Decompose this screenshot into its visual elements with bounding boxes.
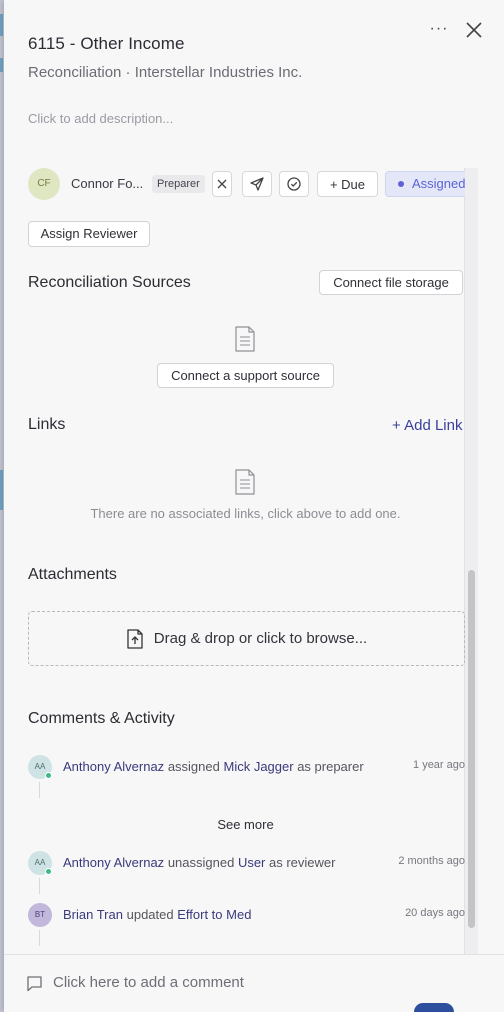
status-badge[interactable]: Assigned — [385, 171, 465, 197]
assignee-name: Connor Fo... — [71, 176, 144, 191]
scrollbar[interactable] — [464, 168, 478, 954]
see-more-button[interactable]: See more — [4, 817, 487, 832]
check-circle-icon — [287, 177, 301, 191]
activity-actor[interactable]: Anthony Alvernaz — [63, 759, 164, 774]
avatar: BT — [28, 903, 52, 927]
add-link-button[interactable]: + Add Link — [392, 417, 462, 434]
comments-activity-heading: Comments & Activity — [28, 710, 175, 727]
comment-placeholder: Click here to add a comment — [53, 974, 244, 991]
activity-text: Brian Tran updated Effort to Med — [63, 907, 251, 922]
links-heading: Links — [28, 416, 66, 433]
assign-reviewer-button[interactable]: Assign Reviewer — [28, 221, 150, 247]
activity-timestamp: 2 months ago — [398, 855, 465, 867]
scrollbar-thumb[interactable] — [468, 570, 475, 928]
activity-object[interactable]: Effort to Med — [177, 907, 251, 922]
document-icon — [235, 469, 255, 495]
document-icon — [235, 326, 255, 352]
background-app-element — [414, 1003, 454, 1012]
reconciliation-sources-heading: Reconciliation Sources — [28, 274, 191, 291]
activity-text: Anthony Alvernaz unassigned User as revi… — [63, 855, 335, 870]
send-icon — [250, 177, 264, 191]
chat-bubble-icon — [27, 976, 42, 992]
activity-verb: unassigned — [167, 855, 235, 870]
activity-verb: assigned — [167, 759, 220, 774]
upload-file-icon — [127, 628, 143, 649]
status-dot-icon — [398, 181, 404, 187]
connect-file-storage-button[interactable]: Connect file storage — [319, 270, 463, 295]
online-status-icon — [45, 868, 52, 875]
add-due-date-button[interactable]: + Due — [317, 171, 378, 197]
activity-object[interactable]: User — [238, 855, 265, 870]
remove-assignee-button[interactable] — [212, 171, 232, 197]
page-title: 6115 - Other Income — [28, 34, 185, 53]
send-button[interactable] — [242, 171, 272, 197]
online-status-icon — [45, 772, 52, 779]
activity-timestamp: 1 year ago — [413, 759, 465, 771]
approve-button[interactable] — [279, 171, 309, 197]
reconciliation-detail-panel: 6115 - Other Income ··· Reconciliation ·… — [4, 0, 504, 1012]
list-item: BT Brian Tran updated Effort to Med 20 d… — [28, 903, 465, 927]
more-options-button[interactable]: ··· — [426, 18, 452, 42]
activity-timestamp: 20 days ago — [405, 907, 465, 919]
list-item: AA Anthony Alvernaz unassigned User as r… — [28, 851, 465, 875]
assignee-row: CF Connor Fo... Preparer + Due Assigned — [28, 167, 465, 201]
close-icon — [466, 22, 482, 38]
breadcrumb-subtitle: Reconciliation · Interstellar Industries… — [28, 64, 303, 81]
activity-text: Anthony Alvernaz assigned Mick Jagger as… — [63, 759, 364, 774]
file-dropzone[interactable]: Drag & drop or click to browse... — [28, 611, 465, 666]
status-label: Assigned — [412, 176, 465, 191]
description-field[interactable]: Click to add description... — [28, 111, 173, 126]
close-icon — [217, 179, 227, 189]
links-empty-message: There are no associated links, click abo… — [90, 506, 401, 521]
dropzone-label: Drag & drop or click to browse... — [153, 630, 368, 647]
activity-suffix: as reviewer — [269, 855, 336, 870]
close-button[interactable] — [462, 18, 486, 42]
activity-actor[interactable]: Brian Tran — [63, 907, 123, 922]
thread-connector — [39, 930, 40, 946]
activity-actor[interactable]: Anthony Alvernaz — [63, 855, 164, 870]
activity-suffix: as preparer — [297, 759, 364, 774]
connect-support-source-button[interactable]: Connect a support source — [157, 363, 334, 388]
activity-object[interactable]: Mick Jagger — [223, 759, 293, 774]
attachments-heading: Attachments — [28, 566, 117, 583]
thread-connector — [39, 782, 40, 798]
activity-verb: updated — [126, 907, 174, 922]
list-item: AA Anthony Alvernaz assigned Mick Jagger… — [28, 755, 465, 779]
avatar: CF — [28, 168, 60, 200]
role-badge: Preparer — [152, 175, 205, 193]
thread-connector — [39, 878, 40, 894]
